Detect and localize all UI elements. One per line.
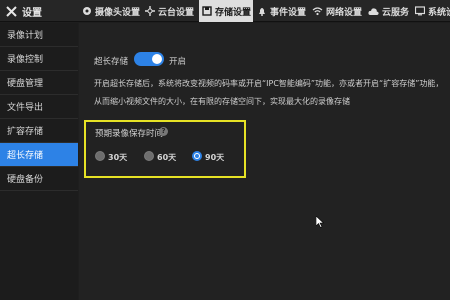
radio-90-days[interactable] [192,151,202,161]
tab-label: 存储设置 [215,7,252,18]
extended-storage-label: 超长存储 [94,57,129,67]
description-line-1: 开启超长存储后，系统将改变视频的码率或开启“IPC智能编码”功能，亦或者开启“扩… [94,79,444,88]
storage-icon [202,6,212,16]
tab-label: 云服务 [382,7,410,18]
help-icon[interactable]: ? [159,127,168,136]
top-nav-bar: 设置 摄像头设置 云台设置 存储设置 事件设置 网络设置 云服务 系统 [0,0,450,22]
app-title-label: 设置 [22,7,42,19]
tab-cloud-service[interactable]: 云服务 [368,0,409,22]
radio-30-days-label: 30天 [108,153,128,162]
sidebar-item-disk-backup[interactable]: 硬盘备份 [0,167,78,191]
tab-label: 系统设 [428,7,450,18]
sidebar-item-expand-storage[interactable]: 扩容存储 [0,119,78,143]
toggle-state-label: 开启 [169,57,187,67]
radio-60-days-label: 60天 [157,153,177,162]
retention-period-title: 预期录像保存时间 [95,129,164,139]
extended-storage-toggle[interactable] [134,52,164,66]
sidebar-item-record-control[interactable]: 录像控制 [0,47,78,71]
sidebar-item-label: 录像控制 [7,55,44,65]
tab-label: 事件设置 [270,7,307,18]
tab-network-settings[interactable]: 网络设置 [312,0,362,22]
system-icon [415,6,425,16]
settings-title: 设置 [0,0,78,22]
ptz-icon [145,6,155,16]
tab-event-settings[interactable]: 事件设置 [257,0,306,22]
sidebar: 录像计划 录像控制 硬盘管理 文件导出 扩容存储 超长存储 硬盘备份 [0,23,78,300]
cloud-icon [368,7,379,15]
sidebar-item-label: 录像计划 [7,31,44,41]
tab-system-settings[interactable]: 系统设 [415,0,450,22]
radio-30-days[interactable] [95,151,105,161]
radio-60-days[interactable] [144,151,154,161]
sidebar-item-label: 超长存储 [7,151,44,161]
wifi-icon [312,7,323,16]
tab-ptz-settings[interactable]: 云台设置 [145,0,194,22]
toggle-knob [152,54,162,64]
sidebar-item-label: 扩容存储 [7,127,44,137]
tab-storage-settings[interactable]: 存储设置 [199,0,253,22]
tab-camera-settings[interactable]: 摄像头设置 [82,0,140,22]
sidebar-item-record-schedule[interactable]: 录像计划 [0,23,78,47]
mouse-cursor-icon [316,216,324,228]
sidebar-item-disk-management[interactable]: 硬盘管理 [0,71,78,95]
tab-label: 网络设置 [326,7,363,18]
tools-icon [6,5,17,17]
sidebar-item-extended-storage[interactable]: 超长存储 [0,143,78,167]
tab-label: 摄像头设置 [95,7,141,18]
help-glyph: ? [161,127,166,135]
bell-icon [259,8,265,16]
camera-icon [83,7,91,15]
tab-label: 云台设置 [158,7,195,18]
sidebar-item-label: 文件导出 [7,103,44,113]
radio-90-days-label: 90天 [205,153,225,162]
description-line-2: 从而缩小视频文件的大小，在有限的存储空间下，实现最大化的录像存储 [94,97,350,106]
sidebar-item-file-export[interactable]: 文件导出 [0,95,78,119]
sidebar-item-label: 硬盘备份 [7,175,44,185]
sidebar-item-label: 硬盘管理 [7,79,44,89]
